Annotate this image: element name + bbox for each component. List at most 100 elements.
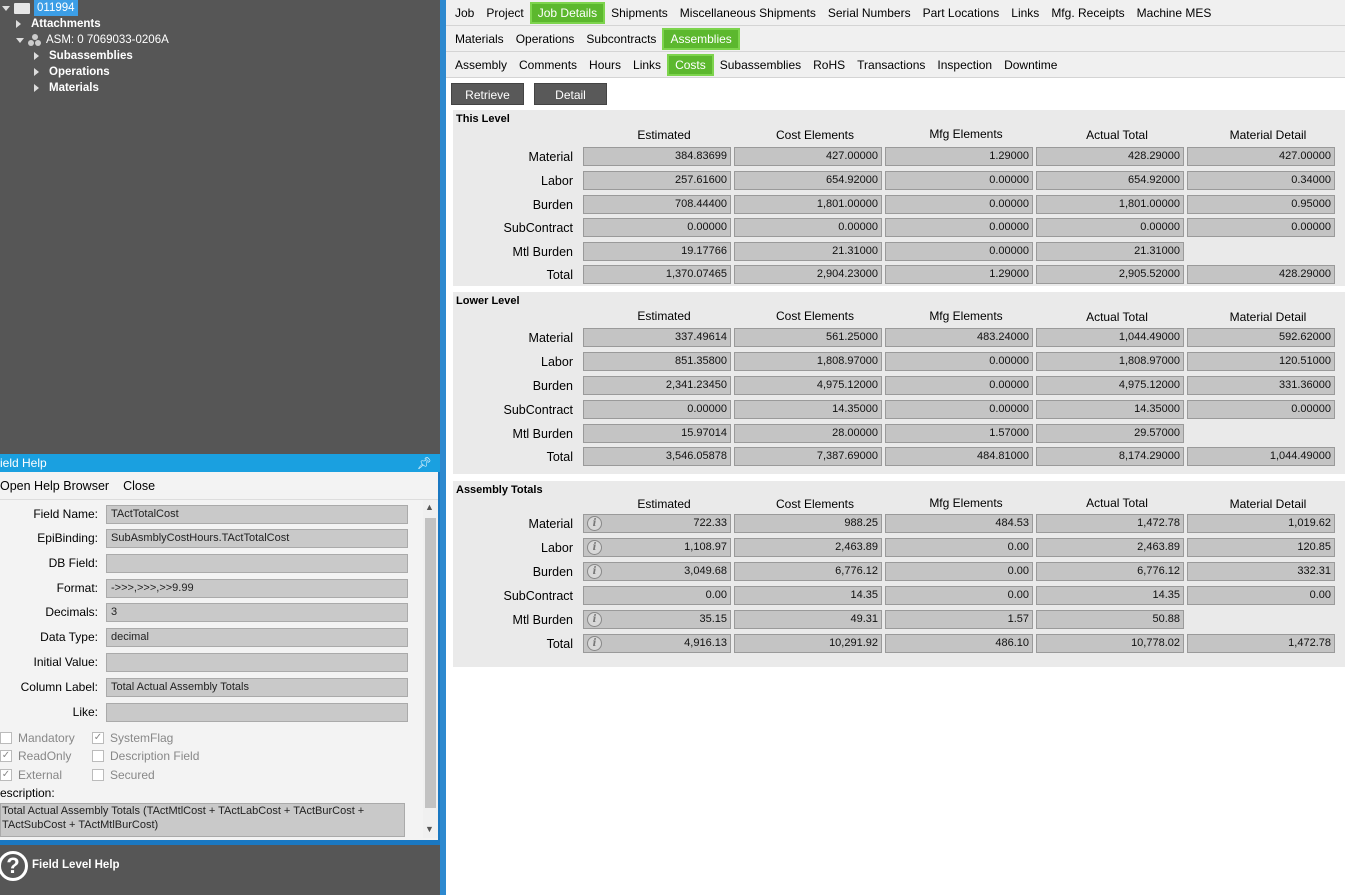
tab-downtime[interactable]: Downtime: [998, 54, 1063, 76]
cost-cell[interactable]: 2,905.52000: [1036, 265, 1184, 284]
checkbox-box[interactable]: [92, 750, 104, 762]
tab-rohs[interactable]: RoHS: [807, 54, 851, 76]
tab-inspection[interactable]: Inspection: [931, 54, 998, 76]
scroll-down-icon[interactable]: ▼: [425, 824, 434, 834]
cost-cell[interactable]: 0.00000: [1187, 218, 1335, 237]
cost-cell[interactable]: 1.29000: [885, 147, 1033, 166]
tab-serial-numbers[interactable]: Serial Numbers: [822, 2, 917, 24]
checkbox-external[interactable]: ✓ External: [0, 768, 62, 782]
checkbox-description-field[interactable]: Description Field: [92, 749, 199, 763]
cost-cell[interactable]: 0.95000: [1187, 195, 1335, 214]
cost-cell[interactable]: 654.92000: [734, 171, 882, 190]
cost-cell[interactable]: 0.00000: [583, 218, 731, 237]
cost-cell[interactable]: 120.51000: [1187, 352, 1335, 371]
cost-cell[interactable]: 2,341.23450: [583, 376, 731, 395]
cost-cell[interactable]: 851.35800: [583, 352, 731, 371]
cost-cell[interactable]: 1,370.07465: [583, 265, 731, 284]
tab-subcontracts[interactable]: Subcontracts: [580, 28, 662, 50]
check-icon[interactable]: ✓: [92, 732, 104, 744]
tab-operations[interactable]: Operations: [510, 28, 581, 50]
cost-cell[interactable]: i 722.33: [583, 514, 731, 533]
cost-cell[interactable]: i 4,916.13: [583, 634, 731, 653]
cost-cell[interactable]: 428.29000: [1187, 265, 1335, 284]
cost-cell[interactable]: 1,472.78: [1187, 634, 1335, 653]
tree-subassemblies[interactable]: Subassemblies: [34, 48, 133, 64]
cost-cell[interactable]: 0.00: [885, 538, 1033, 557]
check-icon[interactable]: ✓: [0, 769, 12, 781]
cost-cell[interactable]: 1,044.49000: [1187, 447, 1335, 466]
field-value[interactable]: [106, 554, 408, 573]
cost-cell[interactable]: 14.35: [734, 586, 882, 605]
field-value[interactable]: SubAsmblyCostHours.TActTotalCost: [106, 529, 408, 548]
retrieve-button[interactable]: Retrieve: [451, 83, 524, 105]
expand-arrow-icon[interactable]: [16, 20, 21, 28]
cost-cell[interactable]: 15.97014: [583, 424, 731, 443]
scroll-up-icon[interactable]: ▲: [425, 502, 434, 512]
check-icon[interactable]: ✓: [0, 750, 12, 762]
tree-attachments[interactable]: Attachments: [16, 16, 101, 32]
cost-cell[interactable]: 0.00000: [885, 171, 1033, 190]
tab-materials[interactable]: Materials: [449, 28, 510, 50]
cost-cell[interactable]: 1.57000: [885, 424, 1033, 443]
cost-cell[interactable]: 2,904.23000: [734, 265, 882, 284]
cost-cell[interactable]: 14.35000: [1036, 400, 1184, 419]
cost-cell[interactable]: 14.35000: [734, 400, 882, 419]
cost-cell[interactable]: 484.53: [885, 514, 1033, 533]
cost-cell[interactable]: 1,472.78: [1036, 514, 1184, 533]
pin-icon[interactable]: 📌︎: [417, 454, 432, 472]
tab-assembly[interactable]: Assembly: [449, 54, 513, 76]
checkbox-mandatory[interactable]: Mandatory: [0, 731, 75, 745]
cost-cell[interactable]: i 1,108.97: [583, 538, 731, 557]
tab-assemblies[interactable]: Assemblies: [662, 27, 740, 50]
description-box[interactable]: Total Actual Assembly Totals (TActMtlCos…: [0, 803, 405, 837]
cost-cell[interactable]: 1,801.00000: [734, 195, 882, 214]
cost-cell[interactable]: 8,174.29000: [1036, 447, 1184, 466]
info-icon[interactable]: i: [587, 516, 602, 531]
tab-mfg-receipts[interactable]: Mfg. Receipts: [1045, 2, 1130, 24]
cost-cell[interactable]: 332.31: [1187, 562, 1335, 581]
cost-cell[interactable]: 561.25000: [734, 328, 882, 347]
tab-costs[interactable]: Costs: [667, 53, 714, 76]
cost-cell[interactable]: i 3,049.68: [583, 562, 731, 581]
cost-cell[interactable]: 50.88: [1036, 610, 1184, 629]
field-value[interactable]: 3: [106, 603, 408, 622]
info-icon[interactable]: i: [587, 540, 602, 555]
field-value[interactable]: TActTotalCost: [106, 505, 408, 524]
cost-cell[interactable]: 21.31000: [1036, 242, 1184, 261]
tab-machine-mes[interactable]: Machine MES: [1131, 2, 1218, 24]
cost-cell[interactable]: 0.00000: [885, 376, 1033, 395]
cost-cell[interactable]: 2,463.89: [1036, 538, 1184, 557]
cost-cell[interactable]: 0.00000: [1187, 400, 1335, 419]
tree-materials[interactable]: Materials: [34, 80, 99, 96]
cost-cell[interactable]: 10,291.92: [734, 634, 882, 653]
cost-cell[interactable]: 486.10: [885, 634, 1033, 653]
cost-cell[interactable]: 3,546.05878: [583, 447, 731, 466]
cost-cell[interactable]: 19.17766: [583, 242, 731, 261]
tab-comments[interactable]: Comments: [513, 54, 583, 76]
expand-arrow-icon[interactable]: [16, 37, 24, 43]
tab-links[interactable]: Links: [1005, 2, 1045, 24]
cost-cell[interactable]: 1.29000: [885, 265, 1033, 284]
field-value[interactable]: [106, 653, 408, 672]
cost-cell[interactable]: 0.00: [1187, 586, 1335, 605]
cost-cell[interactable]: 427.00000: [734, 147, 882, 166]
tab-shipments[interactable]: Shipments: [605, 2, 674, 24]
field-value[interactable]: Total Actual Assembly Totals: [106, 678, 408, 697]
cost-cell[interactable]: 4,975.12000: [1036, 376, 1184, 395]
cost-cell[interactable]: 1.57: [885, 610, 1033, 629]
cost-cell[interactable]: 654.92000: [1036, 171, 1184, 190]
field-value[interactable]: decimal: [106, 628, 408, 647]
cost-cell[interactable]: 1,808.97000: [734, 352, 882, 371]
field-help-scrollbar[interactable]: ▲ ▼: [423, 500, 438, 838]
cost-cell[interactable]: 28.00000: [734, 424, 882, 443]
tab-job[interactable]: Job: [449, 2, 480, 24]
cost-cell[interactable]: 49.31: [734, 610, 882, 629]
tree-root[interactable]: 011994: [2, 0, 78, 16]
cost-cell[interactable]: 0.00000: [885, 195, 1033, 214]
cost-cell[interactable]: 592.62000: [1187, 328, 1335, 347]
cost-cell[interactable]: 2,463.89: [734, 538, 882, 557]
expand-arrow-icon[interactable]: [34, 52, 39, 60]
cost-cell[interactable]: 1,044.49000: [1036, 328, 1184, 347]
field-value[interactable]: ->>>,>>>,>>9.99: [106, 579, 408, 598]
cost-cell[interactable]: 0.00000: [885, 400, 1033, 419]
